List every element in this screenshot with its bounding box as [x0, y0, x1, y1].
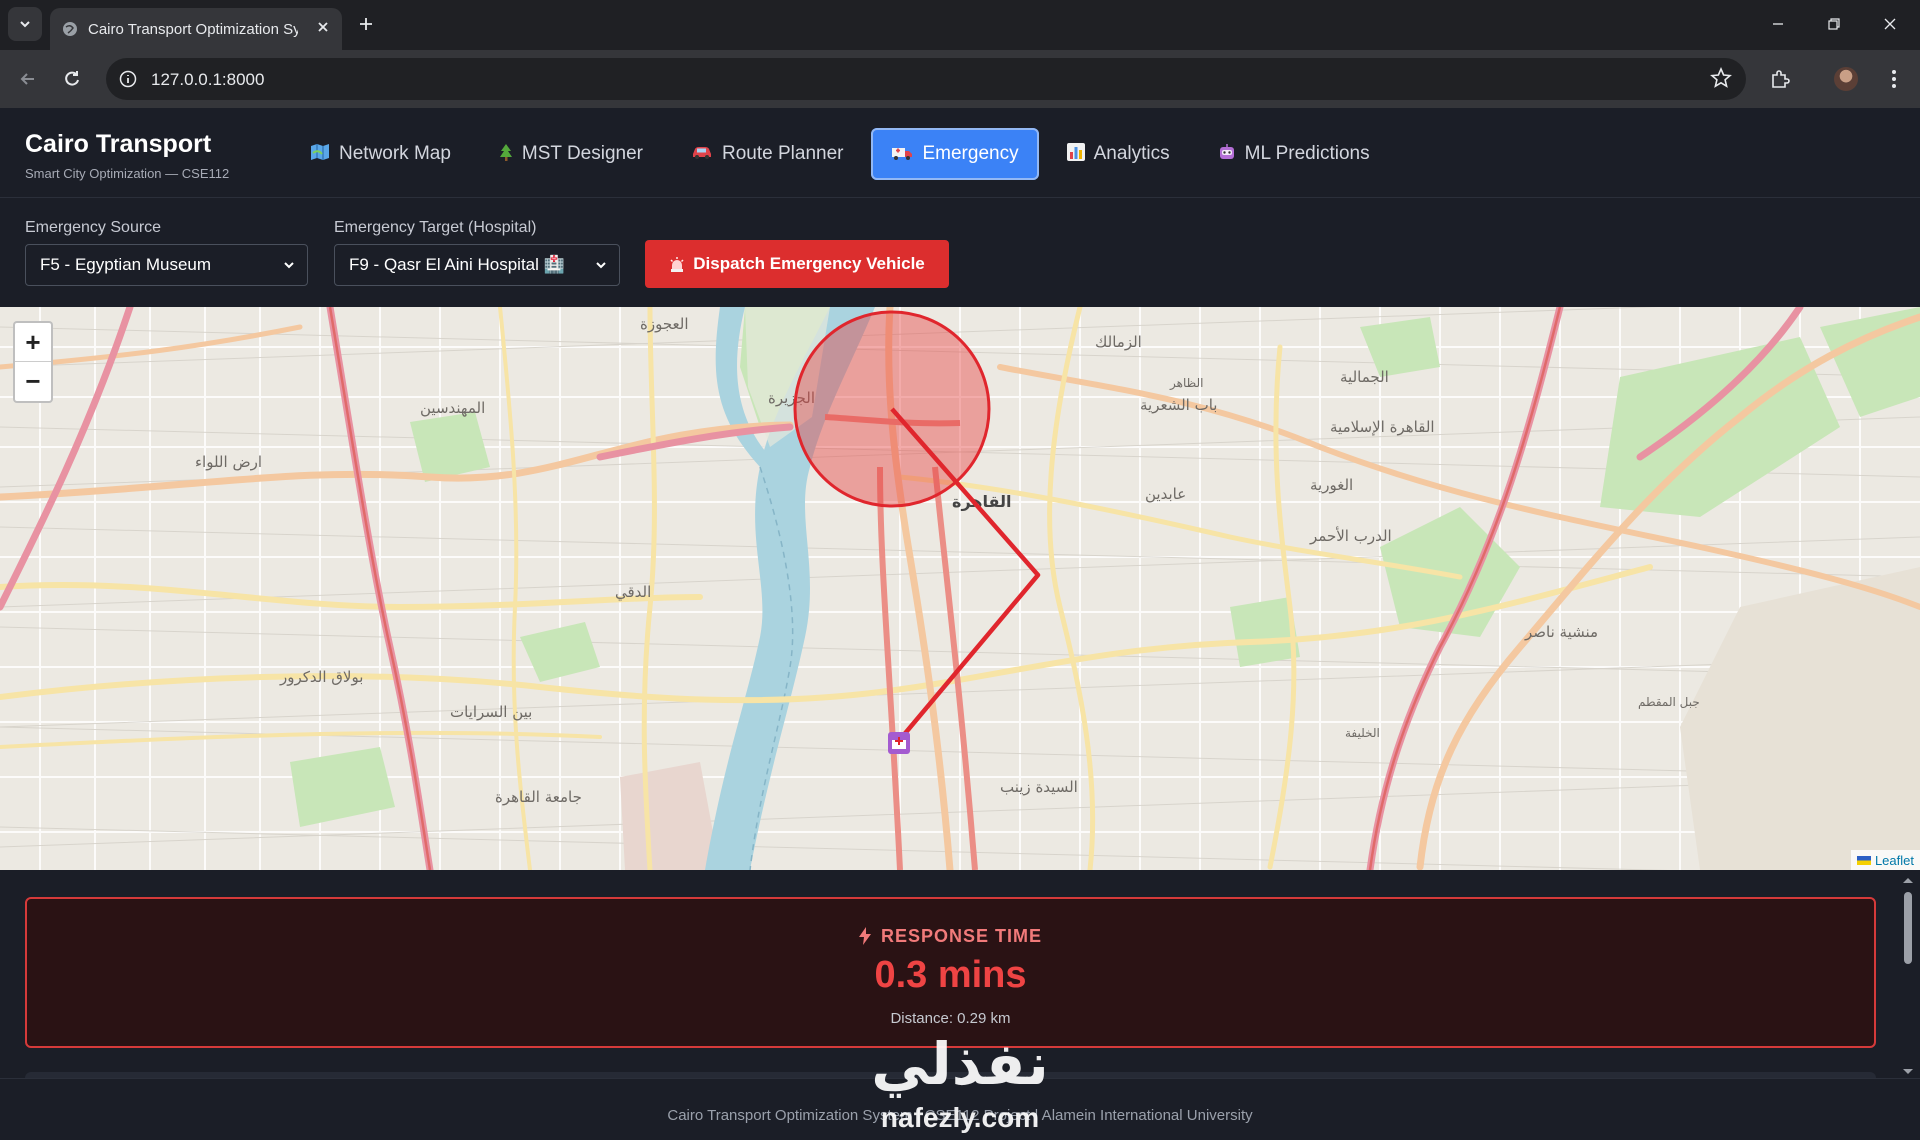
- app-header: Cairo Transport Smart City Optimization …: [0, 108, 1920, 198]
- robot-icon: [1218, 143, 1236, 165]
- bar-chart-icon: [1066, 143, 1085, 165]
- siren-icon: [670, 257, 684, 272]
- browser-menu-button[interactable]: [1880, 65, 1908, 93]
- watermark-arabic: نفذلي: [871, 1030, 1049, 1098]
- scroll-down-icon: [1903, 1069, 1913, 1074]
- tab-mst-designer[interactable]: MST Designer: [479, 128, 663, 180]
- map-icon: [310, 143, 330, 165]
- distance-text: Distance: 0.29 km: [890, 1010, 1011, 1027]
- watermark-logo: نفذلي nafezly.com: [850, 1030, 1070, 1140]
- more-vertical-icon: [1892, 70, 1896, 88]
- avatar: [1834, 67, 1858, 91]
- app-title: Cairo Transport: [25, 130, 212, 158]
- plus-icon: [360, 18, 372, 30]
- restore-icon: [1828, 18, 1840, 30]
- dispatch-button[interactable]: Dispatch Emergency Vehicle: [645, 240, 949, 288]
- close-icon: [1884, 18, 1896, 30]
- star-icon[interactable]: [1710, 66, 1732, 94]
- tab-label: Emergency: [922, 143, 1019, 164]
- emergency-overlay: [793, 310, 1041, 754]
- arrow-left-icon: [20, 73, 34, 85]
- car-icon: [691, 145, 713, 163]
- ukraine-flag-icon: [1856, 855, 1871, 865]
- response-time-label: RESPONSE TIME: [880, 926, 1043, 946]
- globe-icon: [63, 22, 77, 36]
- tab-analytics[interactable]: Analytics: [1047, 128, 1190, 180]
- tab-label: Analytics: [1093, 143, 1170, 164]
- chevron-down-icon: [20, 21, 30, 28]
- app-subtitle: Smart City Optimization — CSE112: [25, 166, 230, 181]
- reload-button[interactable]: [58, 65, 86, 93]
- source-select-value: F5 - Egyptian Museum: [40, 255, 212, 274]
- browser-tabstrip: Cairo Transport Optimization Sy: [0, 0, 1920, 50]
- browser-toolbar: 127.0.0.1:8000: [0, 50, 1920, 108]
- leaflet-link[interactable]: Leaflet: [1875, 853, 1914, 868]
- browser-tab[interactable]: Cairo Transport Optimization Sy: [50, 8, 342, 50]
- response-time-value: 0.3 mins: [874, 954, 1027, 996]
- scroll-up-icon: [1903, 878, 1913, 883]
- lightning-icon: [858, 927, 871, 945]
- puzzle-icon: [1772, 70, 1790, 88]
- watermark-latin: nafezly.com: [880, 1102, 1040, 1133]
- restore-button[interactable]: [1822, 12, 1846, 36]
- ambulance-icon: [891, 145, 913, 164]
- extensions-button[interactable]: [1766, 65, 1794, 93]
- tree-icon: [499, 143, 513, 165]
- back-button[interactable]: [14, 65, 42, 93]
- site-info-icon[interactable]: [116, 67, 140, 91]
- profile-button[interactable]: [1832, 65, 1860, 93]
- tab-title: Cairo Transport Optimization Sy: [88, 20, 298, 38]
- tab-ml-predictions[interactable]: ML Predictions: [1198, 128, 1390, 180]
- map-view[interactable]: العجوزة المهندسين ارض اللواء الزمالك الج…: [0, 307, 1920, 870]
- reload-icon: [65, 71, 79, 86]
- tab-search-button[interactable]: [8, 7, 42, 41]
- close-window-button[interactable]: [1878, 12, 1902, 36]
- tab-network-map[interactable]: Network Map: [290, 128, 471, 180]
- minimize-button[interactable]: [1766, 12, 1790, 36]
- dispatch-button-label: Dispatch Emergency Vehicle: [693, 254, 925, 273]
- map-attribution[interactable]: Leaflet: [1850, 850, 1920, 870]
- tab-label: Network Map: [339, 143, 451, 164]
- emergency-controls: Emergency Source F5 - Egyptian Museum Em…: [0, 199, 1920, 307]
- response-time-title: RESPONSE TIME: [27, 926, 1874, 947]
- tab-label: MST Designer: [521, 143, 644, 164]
- zoom-out-button[interactable]: −: [15, 362, 51, 401]
- source-label: Emergency Source: [25, 219, 162, 236]
- target-select-value: F9 - Qasr El Aini Hospital 🏥: [349, 255, 565, 274]
- url-text[interactable]: 127.0.0.1:8000: [151, 70, 264, 90]
- scroll-thumb[interactable]: [1904, 892, 1912, 964]
- source-select[interactable]: F5 - Egyptian Museum: [25, 244, 308, 286]
- results-scrollbar[interactable]: [1900, 874, 1916, 1078]
- target-label: Emergency Target (Hospital): [334, 219, 537, 236]
- tab-emergency[interactable]: Emergency: [871, 128, 1039, 180]
- main-nav: Network Map MST Designer Route Planner E…: [290, 128, 1390, 180]
- hospital-marker-icon: [888, 732, 910, 754]
- zoom-control: + −: [13, 321, 53, 403]
- address-bar[interactable]: 127.0.0.1:8000: [106, 58, 1746, 100]
- close-tab-icon[interactable]: [316, 20, 330, 39]
- tab-route-planner[interactable]: Route Planner: [671, 128, 863, 180]
- chevron-down-icon: [284, 262, 294, 269]
- tab-label: Route Planner: [722, 143, 844, 164]
- minimize-icon: [1773, 23, 1783, 25]
- tab-label: ML Predictions: [1244, 143, 1370, 164]
- response-time-card: RESPONSE TIME 0.3 mins Distance: 0.29 km: [25, 897, 1876, 1048]
- target-select[interactable]: F9 - Qasr El Aini Hospital 🏥: [334, 244, 620, 286]
- new-tab-button[interactable]: [354, 12, 378, 36]
- zoom-in-button[interactable]: +: [15, 323, 51, 362]
- chevron-down-icon: [596, 262, 606, 269]
